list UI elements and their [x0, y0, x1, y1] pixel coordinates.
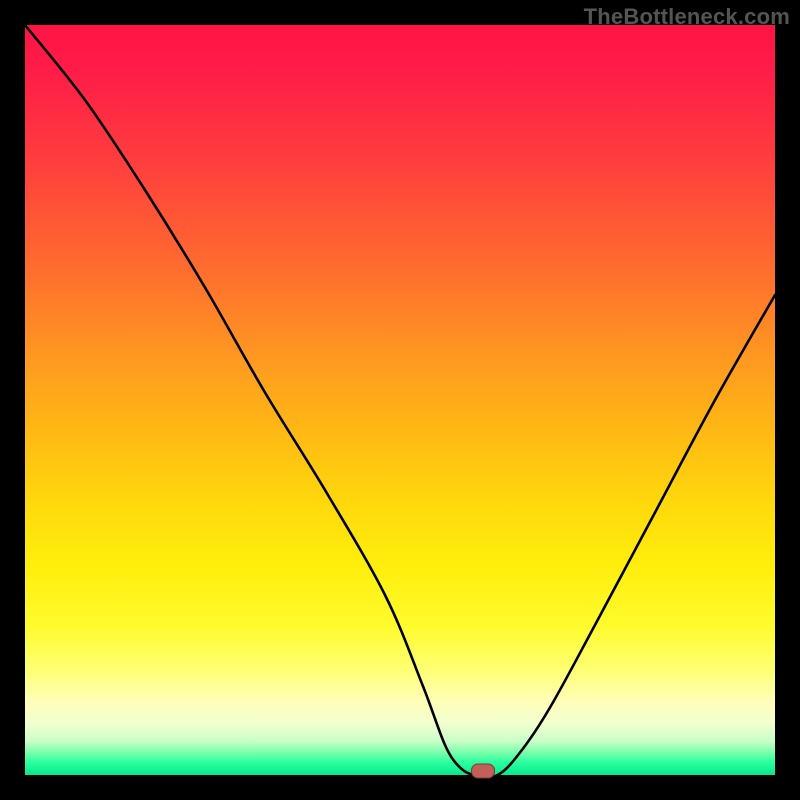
watermark-text: TheBottleneck.com [584, 4, 790, 30]
bottleneck-curve [25, 25, 775, 775]
minimum-marker [471, 764, 495, 779]
chart-frame: TheBottleneck.com [0, 0, 800, 800]
plot-area [25, 25, 775, 775]
